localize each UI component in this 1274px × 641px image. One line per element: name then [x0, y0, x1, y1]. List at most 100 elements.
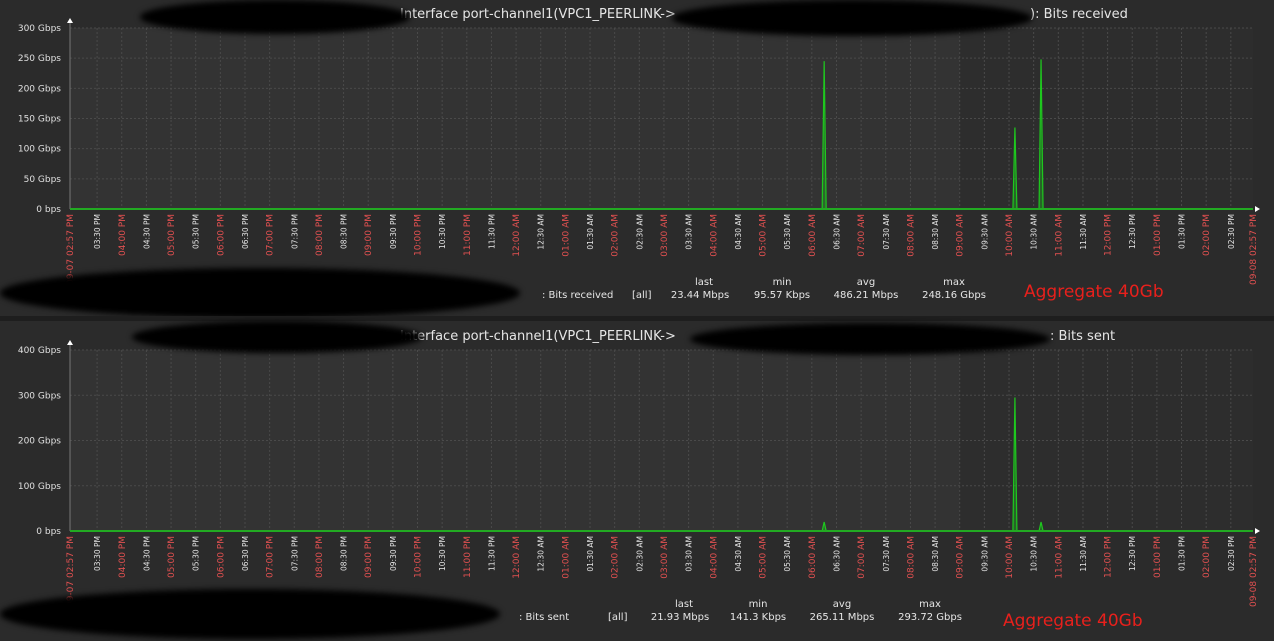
x-tick-label: 09:00 AM [956, 214, 966, 257]
x-tick-label: 01:00 PM [1153, 214, 1163, 256]
y-tick-label: 0 bps [36, 205, 61, 215]
x-tick-label: 04:00 PM [118, 536, 128, 578]
graph-title: Interface port-channel1(VPC1_PEERLINK-> [400, 7, 676, 22]
x-tick-label: 05:00 PM [167, 536, 177, 578]
graph-title-suffix: : Bits sent [1050, 329, 1115, 344]
x-tick-label: 01:00 AM [561, 536, 571, 579]
x-tick-label: 05:30 PM [192, 214, 201, 249]
x-tick-label: 11:30 PM [487, 214, 496, 249]
redaction-mark [690, 323, 1050, 355]
x-tick-label: 08:30 PM [340, 214, 349, 249]
x-tick-label: 11:30 PM [487, 536, 496, 571]
legend-item-name: : Bits sent [519, 612, 569, 623]
x-tick-label: 09:00 AM [956, 536, 966, 579]
y-axis-arrow-icon [67, 18, 73, 23]
x-tick-label: 08:00 AM [906, 214, 916, 257]
x-tick-label: 12:00 AM [512, 214, 522, 257]
x-tick-label: 01:30 AM [586, 214, 595, 250]
x-tick-label: 10:00 PM [414, 536, 424, 578]
legend-value-last: 21.93 Mbps [651, 612, 709, 623]
legend-value-last: 23.44 Mbps [671, 290, 729, 301]
x-tick-label: 09-08 02:57 PM [1249, 536, 1259, 607]
y-tick-label: 50 Gbps [24, 175, 62, 185]
x-tick-label: 12:30 AM [537, 536, 546, 572]
x-tick-label: 11:00 PM [463, 214, 473, 256]
x-tick-label: 10:00 AM [1005, 536, 1015, 579]
x-tick-label: 05:30 AM [783, 214, 792, 250]
x-tick-label: 06:00 PM [216, 214, 226, 256]
legend-value-min: 95.57 Kbps [754, 290, 810, 301]
legend-value-max: 248.16 Gbps [922, 290, 986, 301]
x-tick-label: 07:30 AM [882, 536, 891, 572]
x-tick-label: 12:30 PM [1128, 214, 1137, 249]
x-tick-label: 07:00 AM [857, 536, 867, 579]
x-tick-label: 12:00 PM [1104, 536, 1114, 578]
x-tick-label: 02:00 AM [611, 214, 621, 257]
x-tick-label: 09:30 AM [980, 536, 989, 572]
x-tick-label: 04:30 AM [734, 214, 743, 250]
redaction-mark [672, 0, 1032, 36]
legend-item-name: : Bits received [542, 290, 613, 301]
x-tick-label: 09:30 PM [389, 214, 398, 249]
x-tick-label: 06:30 PM [241, 536, 250, 571]
x-tick-label: 06:30 PM [241, 214, 250, 249]
graph-bits-received: 0 bps 50 Gbps 100 Gbps 150 Gbps 200 Gbps 250 … [0, 0, 1274, 318]
x-tick-label: 10:30 AM [1030, 214, 1039, 250]
x-tick-label: 04:30 AM [734, 536, 743, 572]
x-tick-label: 04:30 PM [142, 214, 151, 249]
x-tick-label: 05:00 AM [759, 536, 769, 579]
x-tick-label: 06:00 AM [808, 536, 818, 579]
legend-header-min: min [773, 277, 792, 288]
redaction-mark [132, 321, 422, 353]
x-tick-label: 02:00 AM [611, 536, 621, 579]
x-tick-label: 09:30 AM [980, 214, 989, 250]
x-tick-label: 03:00 AM [660, 214, 670, 257]
x-tick-label: 02:30 PM [1227, 214, 1236, 249]
x-tick-label: 12:30 AM [537, 214, 546, 250]
legend-value-min: 141.3 Kbps [730, 612, 786, 623]
x-tick-label: 03:30 PM [93, 536, 102, 571]
x-tick-label: 03:30 PM [93, 214, 102, 249]
x-tick-label: 04:00 PM [118, 214, 128, 256]
legend-header-avg: avg [857, 277, 875, 288]
x-tick-label: 08:30 AM [931, 536, 940, 572]
aggregate-note: Aggregate 40Gb [1024, 282, 1164, 302]
x-tick-label: 09:00 PM [364, 536, 374, 578]
x-tick-label: 05:30 AM [783, 536, 792, 572]
x-tick-label: 01:30 PM [1178, 214, 1187, 249]
y-tick-label: 0 bps [36, 527, 61, 537]
x-tick-label: 02:30 PM [1227, 536, 1236, 571]
x-tick-label: 11:30 AM [1079, 536, 1088, 572]
legend-header-last: last [675, 599, 693, 610]
x-tick-label: 03:30 AM [685, 214, 694, 250]
x-tick-label: 09-07 02:57 PM [66, 214, 76, 285]
x-tick-label: 11:00 PM [463, 536, 473, 578]
x-tick-label: 10:30 AM [1030, 536, 1039, 572]
x-tick-label: 05:00 PM [167, 214, 177, 256]
x-tick-label: 08:30 AM [931, 214, 940, 250]
y-tick-label: 300 Gbps [18, 391, 61, 401]
graph-title-suffix: ): Bits received [1030, 7, 1128, 22]
x-tick-label: 10:00 AM [1005, 214, 1015, 257]
x-tick-label: 07:00 PM [266, 214, 276, 256]
x-tick-label: 02:30 AM [635, 214, 644, 250]
y-tick-label: 300 Gbps [18, 24, 61, 34]
x-tick-label: 01:30 AM [586, 536, 595, 572]
x-tick-label: 10:30 PM [438, 214, 447, 249]
x-tick-label: 11:00 AM [1054, 536, 1064, 579]
x-tick-label: 08:30 PM [340, 536, 349, 571]
x-tick-label: 07:00 AM [857, 214, 867, 257]
legend-header-last: last [695, 277, 713, 288]
y-tick-label: 250 Gbps [18, 54, 61, 64]
x-tick-label: 09-08 02:57 PM [1249, 214, 1259, 285]
x-axis-arrow-icon [1255, 528, 1260, 534]
x-tick-label: 07:30 AM [882, 214, 891, 250]
x-tick-label: 01:30 PM [1178, 536, 1187, 571]
x-tick-label: 01:00 AM [561, 214, 571, 257]
x-tick-label: 09:00 PM [364, 214, 374, 256]
y-tick-label: 150 Gbps [18, 115, 61, 125]
legend-header-min: min [749, 599, 768, 610]
y-tick-label: 100 Gbps [18, 482, 61, 492]
legend-header-max: max [919, 599, 941, 610]
x-tick-label: 11:00 AM [1054, 214, 1064, 257]
